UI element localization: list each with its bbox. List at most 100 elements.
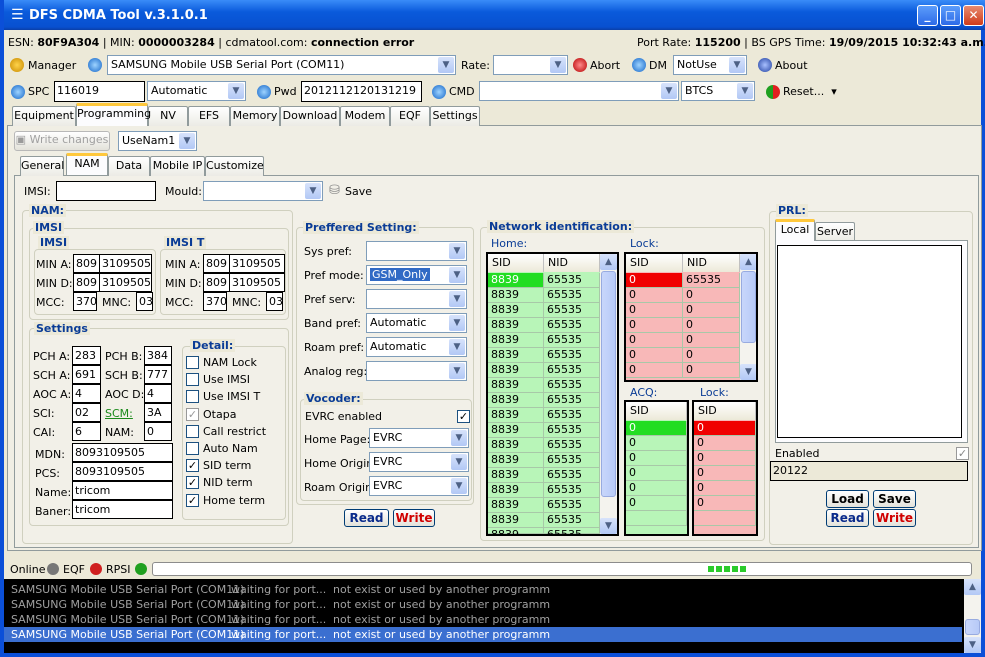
subtab-general[interactable]: General [20,156,64,176]
grid-cell[interactable] [626,511,687,526]
baner-input[interactable]: tricom [72,500,173,519]
grid-cell[interactable]: 0 [683,348,740,363]
mcc-input[interactable]: 370 [203,292,227,311]
prl-load-button[interactable]: Load [826,490,869,508]
write-changes-button[interactable]: ▣ Write changes [14,131,110,151]
pch-b-input[interactable]: 384 [144,346,172,365]
mould-select[interactable]: ▼ [203,181,323,201]
grid-cell[interactable]: 0 [694,451,756,466]
use-imsi-t-checkbox[interactable] [186,390,199,404]
home-term-checkbox[interactable]: ✓ [186,493,199,507]
grid-cell[interactable]: 65535 [544,303,600,318]
call-restrict-checkbox[interactable] [186,424,199,438]
scroll-up-icon[interactable]: ▲ [740,254,756,270]
grid-cell[interactable]: 8839 [488,453,544,468]
port-select[interactable]: SAMSUNG Mobile USB Serial Port (COM11) ▼ [107,55,456,75]
grid-cell[interactable]: 0 [694,421,756,436]
grid-cell[interactable]: 0 [683,303,740,318]
grid-cell[interactable]: 8839 [488,303,544,318]
acq-grid[interactable]: SID 0 0 0 0 0 0 [624,400,689,536]
vocoder-select[interactable]: EVRC ▼ [369,476,469,496]
vocoder-select[interactable]: EVRC ▼ [369,452,469,472]
scroll-up-icon[interactable]: ▲ [600,254,617,270]
pwd-input[interactable]: 2012112120131219 [301,81,422,102]
tab-memory[interactable]: Memory [230,106,280,126]
pref-select[interactable]: ▼ [366,361,467,381]
log-scroll-thumb[interactable] [965,619,980,635]
name-input[interactable]: tricom [72,481,173,500]
nam-lock-checkbox[interactable] [186,356,199,369]
subtab-mobile-ip[interactable]: Mobile IP [150,156,205,176]
close-button[interactable]: ✕ [963,5,984,26]
grid-cell[interactable]: 0 [626,348,683,363]
prl-save-button[interactable]: Save [873,490,916,508]
minimize-button[interactable]: _ [917,5,938,26]
grid-cell[interactable]: 8839 [488,288,544,303]
sch-a-input[interactable]: 691 [72,365,101,384]
dropdown-arrow-icon[interactable]: ▾ [831,85,837,98]
min-prefix-input[interactable]: 809 [73,254,100,273]
grid-cell[interactable]: 0 [626,496,687,511]
grid-cell[interactable]: 0 [683,333,740,348]
pref-write-button[interactable]: Write [393,509,435,527]
grid-cell[interactable]: 8839 [488,318,544,333]
pref-select[interactable]: ▼ [366,289,467,309]
abort-button[interactable]: Abort [590,59,620,72]
min-prefix-input[interactable]: 809 [73,273,100,292]
grid-cell[interactable]: 0 [694,496,756,511]
nam-input[interactable]: 0 [144,422,172,441]
grid-cell[interactable]: 8839 [488,348,544,363]
cai-input[interactable]: 6 [72,422,101,441]
scroll-down-icon[interactable]: ▼ [964,637,981,653]
tab-modem[interactable]: Modem [340,106,390,126]
home-grid[interactable]: SID NID 8839 65535 8839 65535 8839 65535 8839 655… [486,252,619,536]
grid-cell[interactable]: 8839 [488,408,544,423]
manager-button[interactable]: Manager [28,59,76,72]
grid-cell[interactable]: 8839 [488,423,544,438]
pch-a-input[interactable]: 283 [72,346,101,365]
grid-cell[interactable]: 0 [626,318,683,333]
log-row[interactable]: SAMSUNG Mobile USB Serial Port (COM11) wa… [4,582,962,597]
min-prefix-input[interactable]: 809 [203,273,230,292]
grid-cell[interactable]: 65535 [544,348,600,363]
spc-input[interactable]: 116019 [54,81,145,102]
spc-mode-select[interactable]: Automatic ▼ [147,81,246,101]
log-row[interactable]: SAMSUNG Mobile USB Serial Port (COM11) wa… [4,597,962,612]
scroll-thumb[interactable] [601,271,616,497]
grid-cell[interactable]: 0 [626,303,683,318]
dm-select[interactable]: NotUse ▼ [673,55,747,75]
imsi-input[interactable] [56,181,156,201]
sch-b-input[interactable]: 777 [144,365,172,384]
tab-efs[interactable]: EFS [188,106,230,126]
mould-save-button[interactable]: Save [345,185,372,198]
scroll-down-icon[interactable]: ▼ [600,518,617,534]
grid-cell[interactable]: 65535 [544,423,600,438]
pref-select[interactable]: Automatic ▼ [366,313,467,333]
grid-cell[interactable]: 0 [626,466,687,481]
grid-cell[interactable]: 0 [626,363,683,378]
sci-input[interactable]: 02 [72,403,101,422]
btcs-select[interactable]: BTCS ▼ [681,81,755,101]
nam-select[interactable]: UseNam1 ▼ [118,131,197,151]
grid-cell[interactable]: 0 [626,288,683,303]
grid-cell[interactable]: 0 [683,318,740,333]
pref-select[interactable]: Automatic ▼ [366,337,467,357]
scroll-thumb[interactable] [741,271,756,343]
grid-scrollbar[interactable]: ▲ ▼ [740,254,756,380]
grid-cell[interactable]: 65535 [544,453,600,468]
pref-read-button[interactable]: Read [344,509,389,527]
pcs-input[interactable]: 8093109505 [72,462,173,481]
grid-cell[interactable]: 0 [694,436,756,451]
grid-cell[interactable]: 8839 [488,393,544,408]
prl-enabled-checkbox[interactable]: ✓ [956,447,969,460]
grid-cell[interactable]: 65535 [544,438,600,453]
grid-cell[interactable]: 0 [626,333,683,348]
min-number-input[interactable]: 3109505 [99,273,152,292]
tab-equipment[interactable]: Equipment [12,106,76,126]
scm-input[interactable]: 3A [144,403,172,422]
tab-eqf[interactable]: EQF [390,106,430,126]
log-row[interactable]: SAMSUNG Mobile USB Serial Port (COM11) wa… [4,612,962,627]
subtab-customize[interactable]: Customize [205,156,264,176]
grid-cell[interactable]: 0 [683,288,740,303]
maximize-button[interactable]: □ [940,5,961,26]
